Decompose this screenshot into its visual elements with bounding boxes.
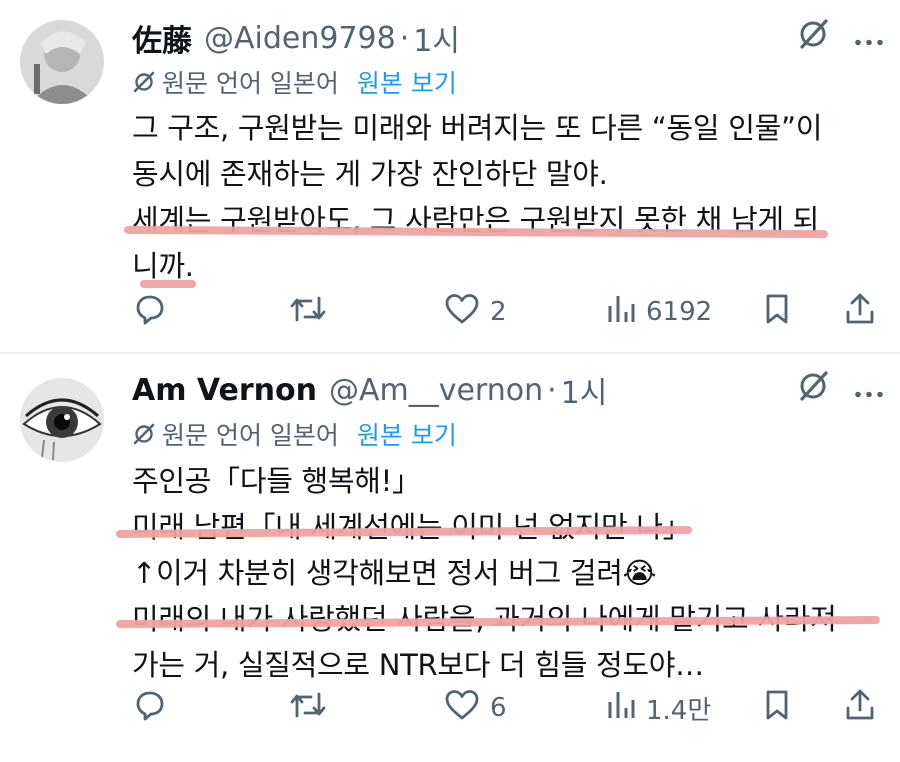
- bookmark-button[interactable]: [762, 292, 792, 332]
- separator-dot: ·: [547, 372, 557, 408]
- views-button[interactable]: 1.4만: [606, 688, 711, 728]
- translation-notice: 원문 언어 일본어 원본 보기: [132, 62, 457, 102]
- reply-button[interactable]: [132, 688, 166, 728]
- repost-icon: [288, 688, 328, 729]
- tweet-text: 그 구조, 구원받는 미래와 버려지는 또 다른 “동일 인물”이 동시에 존재…: [132, 105, 880, 289]
- tweet-text: 주인공「다들 행복해!」 미래 남편「내 세계선에는 이미 넌 없지만 나」 ↑…: [132, 458, 880, 688]
- bookmark-icon: [762, 688, 792, 729]
- tweet-text-line: 주인공「다들 행복해!」: [132, 464, 421, 498]
- tweet-actions: 6 1.4만: [132, 688, 884, 728]
- like-button[interactable]: 2: [444, 292, 507, 332]
- like-icon: [444, 688, 480, 729]
- share-button[interactable]: [844, 292, 876, 332]
- reply-icon: [132, 292, 166, 333]
- timestamp[interactable]: 1시: [413, 16, 460, 60]
- show-original-link[interactable]: 원본 보기: [357, 64, 457, 100]
- show-original-link[interactable]: 원본 보기: [357, 416, 457, 452]
- like-count: 6: [490, 693, 507, 723]
- more-icon[interactable]: [854, 373, 884, 408]
- like-button[interactable]: 6: [444, 688, 507, 728]
- tweet-text-line: 동시에 존재하는 게 가장 잔인하단 말야.: [132, 157, 608, 191]
- grok-icon[interactable]: [796, 17, 830, 59]
- tweet[interactable]: Am Vernon @Am__vernon · 1시 원문 언어 일본어 원본 …: [0, 346, 900, 762]
- like-icon: [444, 292, 480, 333]
- view-count: 1.4만: [646, 695, 712, 726]
- tweet-actions: 2 6192: [132, 292, 884, 332]
- reply-button[interactable]: [132, 292, 166, 332]
- translation-notice: 원문 언어 일본어 원본 보기: [132, 414, 457, 454]
- tweet-text-line: 그 구조, 구원받는 미래와 버려지는 또 다른 “동일 인물”이: [132, 111, 823, 145]
- share-button[interactable]: [844, 688, 876, 728]
- display-name[interactable]: Am Vernon: [132, 373, 317, 408]
- tweet-header: 佐藤 @Aiden9798 · 1시: [132, 16, 900, 60]
- avatar[interactable]: [20, 20, 104, 104]
- view-count: 6192: [646, 297, 713, 327]
- more-icon[interactable]: [854, 21, 884, 56]
- translate-icon: [132, 422, 156, 446]
- tweet[interactable]: 佐藤 @Aiden9798 · 1시 원문 언어 일본어 원본 보기 그 구조,…: [0, 0, 900, 346]
- display-name[interactable]: 佐藤: [132, 16, 192, 60]
- tweet-text-line: ↑이거 차분히 생각해보면 정서 버그 걸려😭: [132, 556, 657, 590]
- tweet-text-line: 니까.: [132, 249, 194, 283]
- views-icon: [606, 688, 636, 729]
- highlight-underline: [140, 280, 196, 288]
- user-handle[interactable]: @Aiden9798: [204, 21, 396, 56]
- repost-button[interactable]: [288, 688, 328, 728]
- grok-icon[interactable]: [796, 369, 830, 411]
- reply-icon: [132, 688, 166, 729]
- repost-button[interactable]: [288, 292, 328, 332]
- original-language-label: 원문 언어 일본어: [162, 69, 339, 98]
- original-language-label: 원문 언어 일본어: [162, 421, 339, 450]
- repost-icon: [288, 292, 328, 333]
- like-count: 2: [490, 297, 507, 327]
- views-icon: [606, 292, 636, 333]
- bookmark-button[interactable]: [762, 688, 792, 728]
- tweet-header: Am Vernon @Am__vernon · 1시: [132, 368, 900, 412]
- separator-dot: ·: [399, 20, 410, 56]
- tweet-text-line: 가는 거, 실질적으로 NTR보다 더 힘들 정도야…: [132, 648, 704, 682]
- timestamp[interactable]: 1시: [561, 368, 608, 412]
- views-button[interactable]: 6192: [606, 292, 712, 332]
- user-handle[interactable]: @Am__vernon: [329, 373, 543, 408]
- translate-icon: [132, 70, 156, 94]
- bookmark-icon: [762, 292, 792, 333]
- share-icon: [844, 292, 876, 333]
- share-icon: [844, 688, 876, 729]
- avatar[interactable]: [20, 378, 104, 462]
